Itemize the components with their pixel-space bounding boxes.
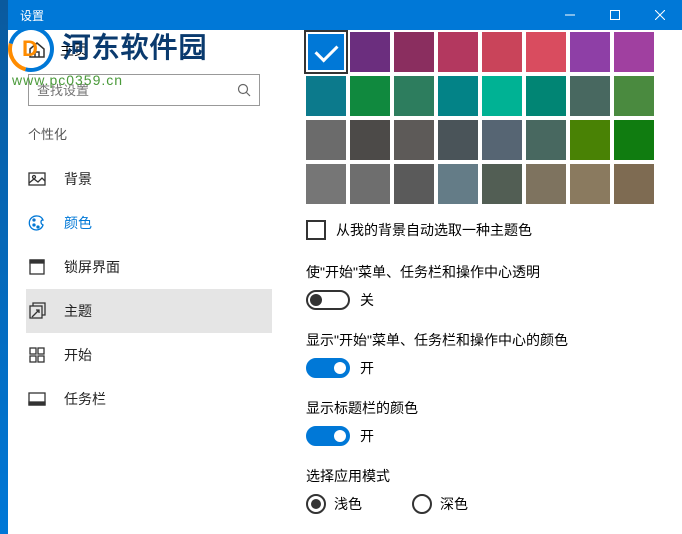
- showcolor-label: 显示"开始"菜单、任务栏和操作中心的颜色: [306, 330, 662, 350]
- transparency-toggle[interactable]: [306, 290, 350, 310]
- home-link[interactable]: 主页: [28, 40, 277, 60]
- color-swatch[interactable]: [570, 164, 610, 204]
- maximize-button[interactable]: [592, 0, 637, 30]
- color-swatch[interactable]: [526, 164, 566, 204]
- titlecolor-state: 开: [360, 426, 374, 446]
- home-label: 主页: [60, 40, 88, 60]
- color-swatch[interactable]: [570, 32, 610, 72]
- titlecolor-label: 显示标题栏的颜色: [306, 398, 662, 418]
- nav-colors[interactable]: 颜色: [26, 201, 272, 245]
- nav-start[interactable]: 开始: [26, 333, 272, 377]
- radio-icon: [412, 494, 432, 514]
- transparency-state: 关: [360, 290, 374, 310]
- titlecolor-toggle[interactable]: [306, 426, 350, 446]
- color-grid: [306, 32, 662, 204]
- start-icon: [28, 346, 46, 364]
- color-swatch[interactable]: [570, 76, 610, 116]
- settings-window: 设置 主页 个性化 背景 颜色: [8, 0, 682, 534]
- color-swatch[interactable]: [482, 164, 522, 204]
- titlebar: 设置: [8, 0, 682, 30]
- window-title: 设置: [20, 7, 44, 24]
- close-button[interactable]: [637, 0, 682, 30]
- nav-themes[interactable]: 主题: [26, 289, 272, 333]
- section-label: 个性化: [28, 124, 277, 143]
- color-swatch[interactable]: [394, 120, 434, 160]
- taskbar-icon: [28, 390, 46, 408]
- auto-color-label: 从我的背景自动选取一种主题色: [336, 220, 532, 240]
- nav-label: 颜色: [64, 213, 92, 233]
- theme-icon: [28, 302, 46, 320]
- color-swatch[interactable]: [350, 164, 390, 204]
- color-swatch[interactable]: [306, 120, 346, 160]
- showcolor-state: 开: [360, 358, 374, 378]
- color-swatch[interactable]: [614, 32, 654, 72]
- color-swatch[interactable]: [306, 76, 346, 116]
- showcolor-toggle[interactable]: [306, 358, 350, 378]
- color-swatch[interactable]: [526, 32, 566, 72]
- color-swatch[interactable]: [438, 32, 478, 72]
- auto-color-checkbox[interactable]: [306, 220, 326, 240]
- color-swatch[interactable]: [614, 120, 654, 160]
- search-input[interactable]: [37, 83, 237, 98]
- color-swatch[interactable]: [350, 120, 390, 160]
- minimize-button[interactable]: [547, 0, 592, 30]
- nav-label: 主题: [64, 301, 92, 321]
- color-swatch[interactable]: [526, 76, 566, 116]
- color-swatch[interactable]: [482, 120, 522, 160]
- nav-lockscreen[interactable]: 锁屏界面: [26, 245, 272, 289]
- color-swatch[interactable]: [394, 76, 434, 116]
- picture-icon: [28, 170, 46, 188]
- color-swatch[interactable]: [614, 76, 654, 116]
- nav-label: 任务栏: [64, 389, 106, 409]
- color-swatch[interactable]: [570, 120, 610, 160]
- color-swatch[interactable]: [394, 32, 434, 72]
- lockscreen-icon: [28, 258, 46, 276]
- radio-label: 深色: [440, 494, 468, 514]
- color-swatch[interactable]: [350, 76, 390, 116]
- color-swatch[interactable]: [306, 32, 346, 72]
- color-swatch[interactable]: [438, 120, 478, 160]
- radio-icon: [306, 494, 326, 514]
- home-icon: [28, 41, 46, 59]
- color-swatch[interactable]: [438, 164, 478, 204]
- nav-label: 开始: [64, 345, 92, 365]
- radio-label: 浅色: [334, 494, 362, 514]
- color-swatch[interactable]: [306, 164, 346, 204]
- sidebar: 主页 个性化 背景 颜色 锁屏界面 主题: [8, 30, 278, 534]
- color-swatch[interactable]: [438, 76, 478, 116]
- color-swatch[interactable]: [482, 32, 522, 72]
- nav-taskbar[interactable]: 任务栏: [26, 377, 272, 421]
- nav-label: 锁屏界面: [64, 257, 120, 277]
- search-box[interactable]: [28, 74, 260, 106]
- nav-label: 背景: [64, 169, 92, 189]
- appmode-light[interactable]: 浅色: [306, 494, 362, 514]
- color-swatch[interactable]: [614, 164, 654, 204]
- color-swatch[interactable]: [526, 120, 566, 160]
- search-icon: [237, 83, 251, 97]
- nav-background[interactable]: 背景: [26, 157, 272, 201]
- main-panel: 从我的背景自动选取一种主题色 使"开始"菜单、任务栏和操作中心透明 关 显示"开…: [278, 30, 682, 534]
- appmode-dark[interactable]: 深色: [412, 494, 468, 514]
- palette-icon: [28, 214, 46, 232]
- color-swatch[interactable]: [394, 164, 434, 204]
- desktop-edge: [0, 0, 8, 534]
- appmode-label: 选择应用模式: [306, 466, 662, 486]
- color-swatch[interactable]: [350, 32, 390, 72]
- transparency-label: 使"开始"菜单、任务栏和操作中心透明: [306, 262, 662, 282]
- color-swatch[interactable]: [482, 76, 522, 116]
